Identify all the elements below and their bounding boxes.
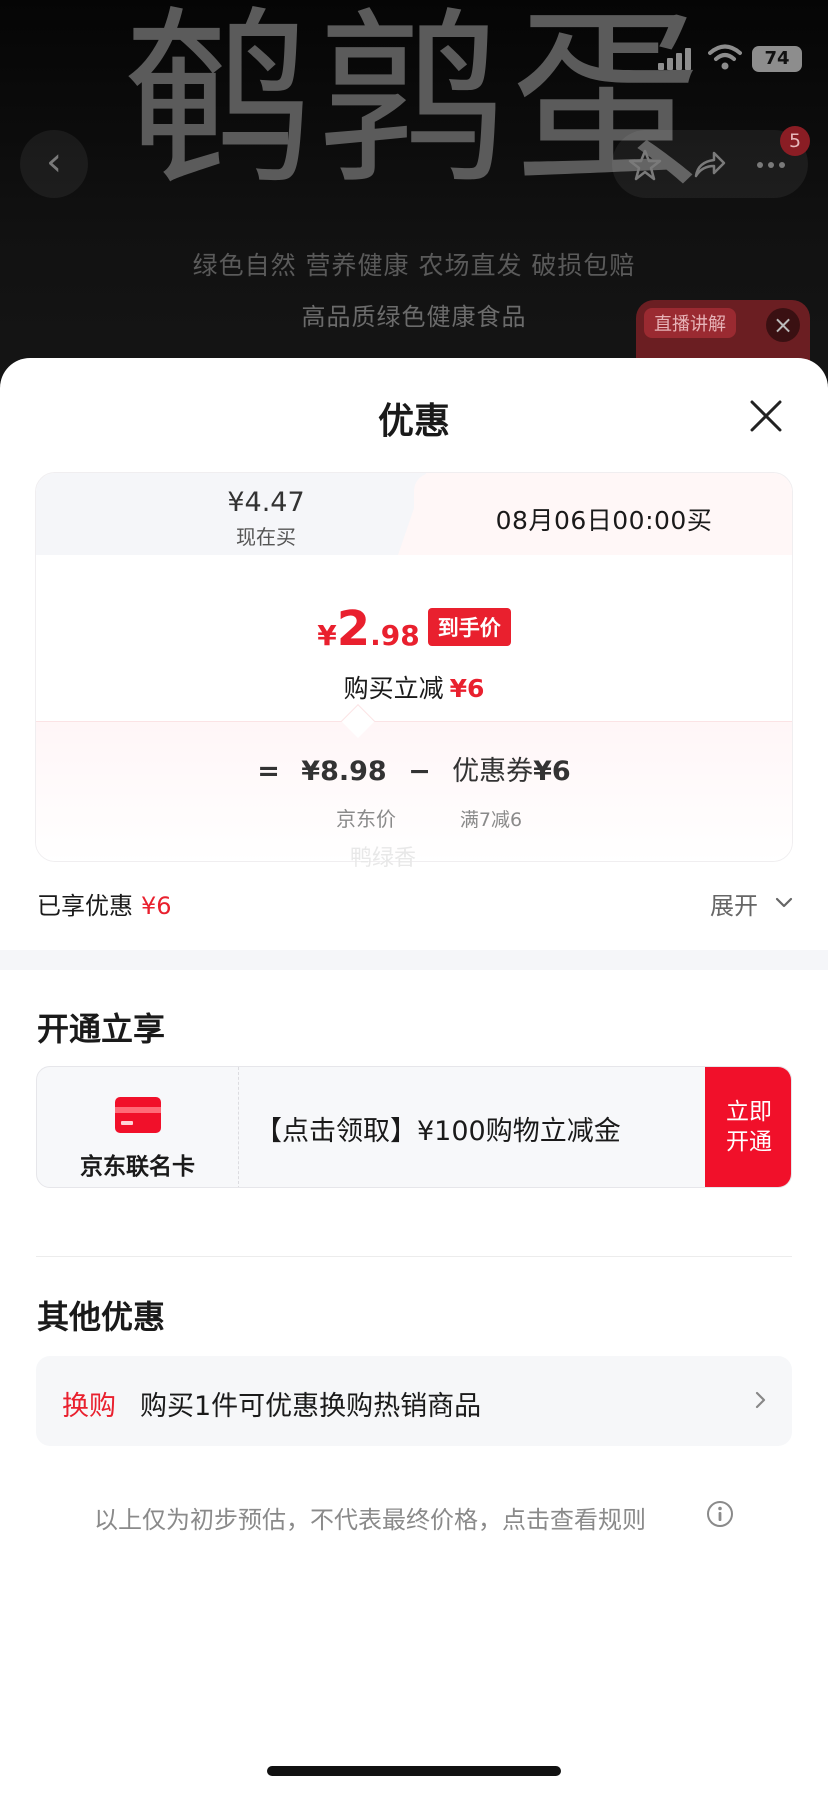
trade-in-offer-row[interactable]: 换购 购买1件可优惠换购热销商品 <box>36 1356 792 1446</box>
formula-equals: = <box>257 756 280 787</box>
battery-indicator: 74 <box>752 46 802 72</box>
close-icon[interactable]: × <box>766 308 800 342</box>
enjoyed-label: 已享优惠 <box>37 892 133 920</box>
open-now-button[interactable]: 立即 开通 <box>705 1067 791 1187</box>
estimate-footnote[interactable]: 以上仅为初步预估，不代表最终价格，点击查看规则 <box>94 1500 646 1535</box>
share-icon[interactable] <box>692 148 726 182</box>
more-icon[interactable] <box>754 148 788 182</box>
divider <box>36 1256 792 1257</box>
price-compare-card: ¥4.47 现在买 08月06日00:00买 ¥2.98 到手价 购买立减 ¥6 =… <box>35 472 793 862</box>
trade-in-tag: 换购 <box>62 1391 116 1422</box>
sheet-title: 优惠 <box>377 401 450 442</box>
instant-discount-amount: ¥6 <box>449 674 485 703</box>
formula-coupon-rule: 满7减6 <box>459 809 523 831</box>
open-now-line1: 立即 <box>726 1099 772 1125</box>
formula-coupon-amount: ¥6 <box>533 756 571 787</box>
product-hero: 鹌鹑蛋 绿色自然 营养健康 农场直发 破损包赔 高品质绿色健康食品 74 ‹ 5… <box>0 0 828 380</box>
other-section-title: 其他优惠 <box>37 1298 166 1336</box>
star-icon[interactable] <box>628 148 662 182</box>
final-price-integer: 2 <box>336 601 371 657</box>
tab-buy-later[interactable]: 08月06日00:00买 <box>414 473 792 555</box>
open-now-line2: 开通 <box>726 1129 772 1155</box>
live-tag: 直播讲解 <box>644 308 736 338</box>
chevron-right-icon <box>755 1391 766 1409</box>
enjoyed-amount: ¥6 <box>141 892 172 920</box>
close-icon[interactable] <box>746 396 786 436</box>
nav-actions-group <box>612 130 808 198</box>
expand-button[interactable]: 展开 <box>710 886 758 921</box>
home-indicator[interactable] <box>267 1766 561 1776</box>
now-price: ¥4.47 <box>227 487 305 518</box>
final-price-yen: ¥ <box>317 619 337 652</box>
tab-buy-now[interactable]: ¥4.47 现在买 <box>36 473 456 555</box>
card-offer-text: 【点击领取】¥100购物立减金 <box>255 1116 621 1147</box>
later-label: 08月06日00:00买 <box>495 506 713 535</box>
wifi-icon <box>708 44 742 70</box>
final-price-decimal: .98 <box>370 619 420 652</box>
credit-card-icon <box>115 1097 161 1133</box>
formula-minus: − <box>408 756 431 787</box>
final-price-tag: 到手价 <box>427 608 511 646</box>
chevron-down-icon[interactable] <box>774 892 794 912</box>
now-label: 现在买 <box>236 525 296 549</box>
discount-sheet: 优惠 ¥4.47 现在买 08月06日00:00买 ¥2.98 到手价 购买立减 ¥… <box>0 358 828 1793</box>
instant-discount-label: 购买立减 <box>343 674 444 703</box>
formula-jd-label: 京东价 <box>336 807 396 831</box>
open-section-title: 开通立享 <box>37 1010 166 1048</box>
card-name: 京东联名卡 <box>80 1154 195 1180</box>
section-gap <box>0 950 828 970</box>
cellular-signal-icon <box>658 48 691 70</box>
watermark: 鸭绿香 <box>350 846 417 871</box>
price-formula: = ¥8.98 − 优惠券¥6 <box>36 749 792 788</box>
co-brand-card-offer[interactable]: 京东联名卡 【点击领取】¥100购物立减金 立即 开通 <box>36 1066 792 1188</box>
card-offer-left: 京东联名卡 <box>37 1067 239 1187</box>
formula-coupon-label: 优惠券 <box>452 756 534 787</box>
hero-subtitle: 绿色自然 营养健康 农场直发 破损包赔 <box>192 251 636 280</box>
cart-badge: 5 <box>780 126 810 156</box>
formula-jd-price: ¥8.98 <box>301 756 387 787</box>
instant-discount-row: 购买立减 ¥6 <box>36 669 792 705</box>
final-price-row: ¥2.98 到手价 <box>36 601 792 657</box>
info-icon[interactable] <box>706 1500 734 1528</box>
enjoyed-discount: 已享优惠 ¥6 <box>37 886 172 921</box>
back-button[interactable]: ‹ <box>20 130 88 198</box>
trade-in-text: 购买1件可优惠换购热销商品 <box>140 1391 482 1422</box>
